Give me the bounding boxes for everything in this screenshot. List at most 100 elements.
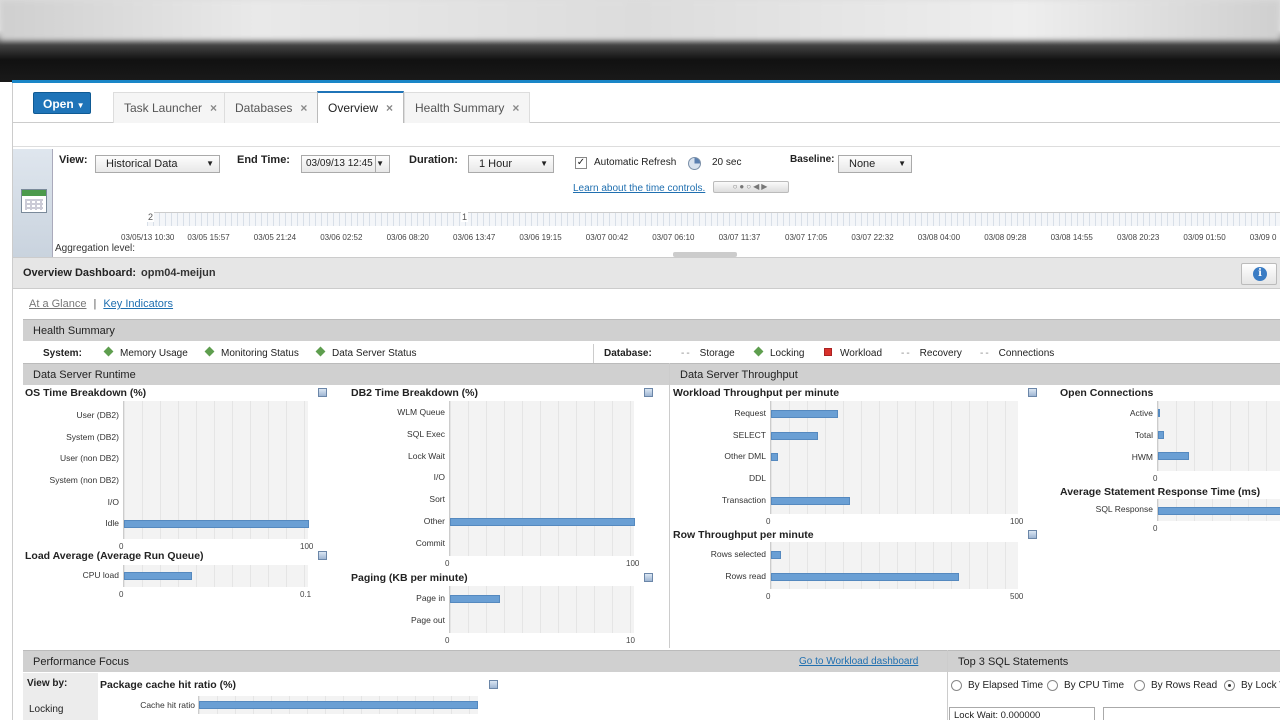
runtime-header: Data Server Runtime [23,363,669,385]
time-controls: View: Historical Data ▼ End Time: 03/09/1… [13,149,1280,257]
close-icon[interactable]: × [210,101,217,115]
duration-select-value: 1 Hour [479,158,513,170]
key-indicators-link[interactable]: Key Indicators [103,298,173,310]
calendar-sidebar [13,149,53,257]
workload-row-label: Transaction [721,494,766,505]
db2-time-row-label: I/O [433,472,445,483]
workload-row-label: Other DML [724,451,766,462]
os-time-row-label: System (DB2) [66,431,119,442]
chevron-down-icon: ▼ [206,159,214,168]
timeline-tick-label: 03/08 14:55 [1050,233,1093,242]
sql-statement-box[interactable]: ...ct PS_TOTAL_SIZE_OF_USED_SIZE [1103,707,1280,720]
chevron-down-icon: ▼ [76,101,85,110]
package-cache-title: Package cache hit ratio (%) [100,679,236,691]
top-sql-option[interactable]: By Rows Read [1134,680,1217,691]
paging-row-label: Page out [410,614,445,625]
top-sql-option-label: By CPU Time [1064,680,1125,692]
cache-hit-label: Cache hit ratio [140,700,195,710]
workload-bar [771,409,838,418]
info-button[interactable]: i [1241,263,1277,285]
tab-task-launcher[interactable]: Task Launcher × [113,92,229,124]
workload-bar [771,496,851,505]
close-icon[interactable]: × [512,101,519,115]
status-storage[interactable]: -- Storage [681,348,735,359]
top-sql-option-label: By Rows Read [1151,680,1218,692]
load-average-axis-max: 0.1 [300,590,312,599]
playback-controls[interactable]: ○●○◀▶ [713,181,789,193]
timeline-slider[interactable]: 2 1 [147,212,1280,226]
close-icon[interactable]: × [386,101,393,115]
workload-dashboard-link[interactable]: Go to Workload dashboard [799,656,918,667]
at-a-glance-link[interactable]: At a Glance [29,298,86,310]
timeline-tick-label: 03/07 17:05 [785,233,828,242]
status-connections[interactable]: -- Connections [980,348,1054,359]
top-sql-option[interactable]: By CPU Time [1047,680,1124,691]
auto-refresh-checkbox[interactable]: ✓ [575,157,587,169]
radio-button[interactable] [1134,680,1145,691]
response-time-row-label: SQL Response [1095,504,1153,514]
close-icon[interactable]: × [300,101,307,115]
section-divider [947,650,948,720]
status-locking[interactable]: Locking [753,346,804,359]
view-select[interactable]: Historical Data ▼ [95,155,220,173]
radio-button[interactable] [1047,680,1058,691]
learn-time-controls-link[interactable]: Learn about the time controls. [573,183,705,194]
chart-options-icon[interactable] [1028,530,1037,539]
timeline-tick-label: 03/08 09:28 [984,233,1027,242]
workload-axis-min: 0 [766,516,771,526]
chart-options-icon[interactable] [644,573,653,582]
baseline-label: Baseline: [790,154,835,165]
connections-axis-min: 0 [1153,474,1158,483]
chart-options-icon[interactable] [489,680,498,689]
open-button[interactable]: Open ▼ [33,92,91,114]
calendar-icon[interactable] [21,189,47,213]
workload-bar [771,431,819,440]
tab-label: Databases [235,101,293,115]
chevron-down-icon: ▼ [376,159,384,168]
radio-button[interactable] [1224,680,1235,691]
refresh-interval: 20 sec [712,157,742,168]
status-memory-usage[interactable]: Memory Usage [103,346,188,359]
section-divider [669,363,670,648]
lock-wait-box[interactable]: Lock Wait: 0.000000 [949,707,1095,720]
status-workload[interactable]: Workload [824,348,882,359]
open-connections-title: Open Connections [1060,387,1154,399]
top-sql-option[interactable]: By Elapsed Time [951,680,1043,691]
db2-time-row-label: Sort [429,494,445,505]
status-monitoring[interactable]: Monitoring Status [204,346,299,359]
status-recovery[interactable]: -- Recovery [901,348,962,359]
paging-axis-max: 10 [626,636,635,645]
radio-button[interactable] [951,680,962,691]
top-tab-bar: Open ▼ Task Launcher × Databases × Overview… [13,83,1280,124]
tab-label: Task Launcher [124,101,203,115]
load-average-axis-min: 0 [119,590,124,599]
overview-db-name: opm04-meijun [141,267,216,279]
top-sql-option-label: By Lock W [1241,680,1280,692]
timeline-tick-label: 03/07 06:10 [652,233,695,242]
chart-options-icon[interactable] [318,551,327,560]
overview-title: Overview Dashboard: [23,267,137,279]
chart-options-icon[interactable] [318,388,327,397]
chart-options-icon[interactable] [1028,388,1037,397]
db2-time-row-label: Commit [415,537,445,548]
load-average-row-label: CPU load [82,570,119,580]
end-time-field[interactable]: 03/09/13 12:45 ▼ [301,155,390,173]
status-critical-icon [824,348,832,356]
view-by-locking[interactable]: Locking [29,704,63,715]
os-time-row-label: User (DB2) [76,409,119,420]
end-time-label: End Time: [237,154,290,166]
tab-health-summary[interactable]: Health Summary × [404,92,531,124]
status-unknown-icon: -- [681,348,692,359]
load-average-title: Load Average (Average Run Queue) [25,550,204,562]
chart-options-icon[interactable] [644,388,653,397]
top-sql-option[interactable]: By Lock W [1224,680,1280,691]
cache-hit-bar [199,701,478,709]
timeline-tick-label: 03/05 21:24 [253,233,297,242]
db2-time-row-label: SQL Exec [407,429,445,440]
duration-select[interactable]: 1 Hour ▼ [468,155,554,173]
tab-overview[interactable]: Overview × [317,91,405,124]
tab-databases[interactable]: Databases × [224,92,319,124]
baseline-select[interactable]: None ▼ [838,155,912,173]
os-time-row-label: I/O [107,496,119,507]
status-data-server[interactable]: Data Server Status [315,346,416,359]
